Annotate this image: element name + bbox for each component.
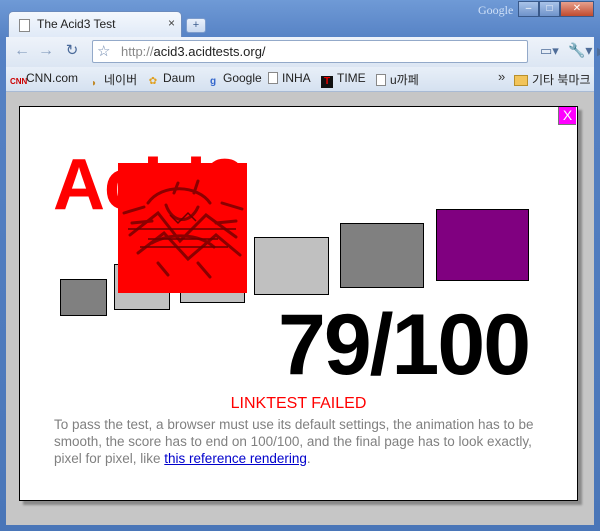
test-status: LINKTEST FAILED bbox=[230, 395, 367, 412]
instructions-text: To pass the test, a browser must use its… bbox=[54, 416, 546, 467]
error-overlay-box bbox=[118, 163, 247, 293]
tab-close-icon[interactable]: × bbox=[168, 16, 175, 30]
folder-icon bbox=[514, 75, 528, 86]
url-scheme: http:// bbox=[121, 44, 154, 59]
tab-acid3[interactable]: The Acid3 Test × bbox=[8, 11, 182, 38]
other-bookmarks[interactable]: 기타 북마크 bbox=[514, 71, 591, 88]
url-host: acid3.acidtests.org/ bbox=[153, 44, 266, 59]
acid3-test-page: X Acid3 bbox=[19, 106, 578, 501]
box-5 bbox=[340, 223, 424, 288]
bookmarks-overflow-chevron-icon[interactable]: » bbox=[498, 69, 505, 84]
bookmark-label: INHA bbox=[282, 71, 311, 85]
navigation-toolbar: ← → ↻ ☆ http://acid3.acidtests.org/ ▶ ▭▾… bbox=[6, 37, 600, 67]
bookmarks-bar: CNNCNN.com ◗ 네이버 ✿ Daum g Google INHA T TIME… bbox=[6, 67, 594, 92]
title-bar: The Acid3 Test × + Google – □ ✕ bbox=[0, 0, 600, 38]
bookmark-label: Daum bbox=[163, 71, 196, 85]
google-logo: Google bbox=[478, 3, 514, 17]
bookmark-star-icon[interactable]: ☆ bbox=[97, 42, 110, 60]
bookmark-ucafe[interactable]: u까페 bbox=[376, 71, 419, 88]
page-icon bbox=[376, 74, 386, 86]
minimize-button[interactable]: – bbox=[518, 1, 539, 17]
maximize-button[interactable]: □ bbox=[539, 1, 560, 17]
bookmark-label: Google bbox=[223, 71, 262, 85]
bookmark-google[interactable]: g Google bbox=[207, 71, 262, 88]
cnn-icon: CNN bbox=[10, 77, 28, 86]
bookmark-cnn[interactable]: CNNCNN.com bbox=[10, 71, 78, 88]
new-tab-button[interactable]: + bbox=[186, 18, 206, 33]
page-icon bbox=[19, 19, 30, 32]
google-icon: g bbox=[209, 76, 217, 87]
reference-rendering-link[interactable]: this reference rendering bbox=[164, 451, 307, 466]
address-bar[interactable]: ☆ http://acid3.acidtests.org/ ▶ bbox=[92, 40, 600, 63]
bookmark-daum[interactable]: ✿ Daum bbox=[147, 71, 195, 88]
wrench-menu-button[interactable]: 🔧▾ bbox=[568, 42, 592, 59]
box-6 bbox=[436, 209, 529, 281]
tab-title: The Acid3 Test bbox=[37, 17, 116, 31]
bookmark-time[interactable]: T TIME bbox=[321, 71, 366, 88]
reload-button[interactable]: ↻ bbox=[62, 41, 82, 61]
naver-icon: ◗ bbox=[90, 78, 98, 89]
time-icon: T bbox=[321, 76, 333, 88]
box-1 bbox=[60, 279, 107, 316]
page-viewport: X Acid3 bbox=[6, 92, 594, 525]
bookmark-naver[interactable]: ◗ 네이버 bbox=[88, 71, 137, 90]
close-window-button[interactable]: ✕ bbox=[560, 1, 594, 17]
close-x-icon[interactable]: X bbox=[558, 107, 576, 125]
url-text[interactable]: http://acid3.acidtests.org/ bbox=[121, 44, 266, 59]
browser-window: The Acid3 Test × + Google – □ ✕ ← → ↻ ☆ … bbox=[0, 0, 600, 531]
scribble-artifact-icon bbox=[122, 179, 244, 279]
bookmark-label: 네이버 bbox=[104, 73, 138, 87]
description-end: . bbox=[306, 451, 311, 466]
page-menu-button[interactable]: ▭▾ bbox=[540, 43, 559, 59]
daum-icon: ✿ bbox=[148, 76, 158, 87]
bookmark-label: TIME bbox=[337, 71, 366, 85]
score-display: 79/100 bbox=[278, 297, 531, 393]
forward-button[interactable]: → bbox=[36, 41, 56, 61]
other-bookmarks-label: 기타 북마크 bbox=[532, 73, 591, 87]
back-button[interactable]: ← bbox=[12, 41, 32, 61]
page-icon bbox=[268, 72, 278, 84]
bookmark-label: u까페 bbox=[390, 73, 419, 87]
box-4 bbox=[254, 237, 329, 295]
bookmark-inha[interactable]: INHA bbox=[268, 71, 311, 85]
bookmark-label: CNN.com bbox=[26, 71, 79, 85]
